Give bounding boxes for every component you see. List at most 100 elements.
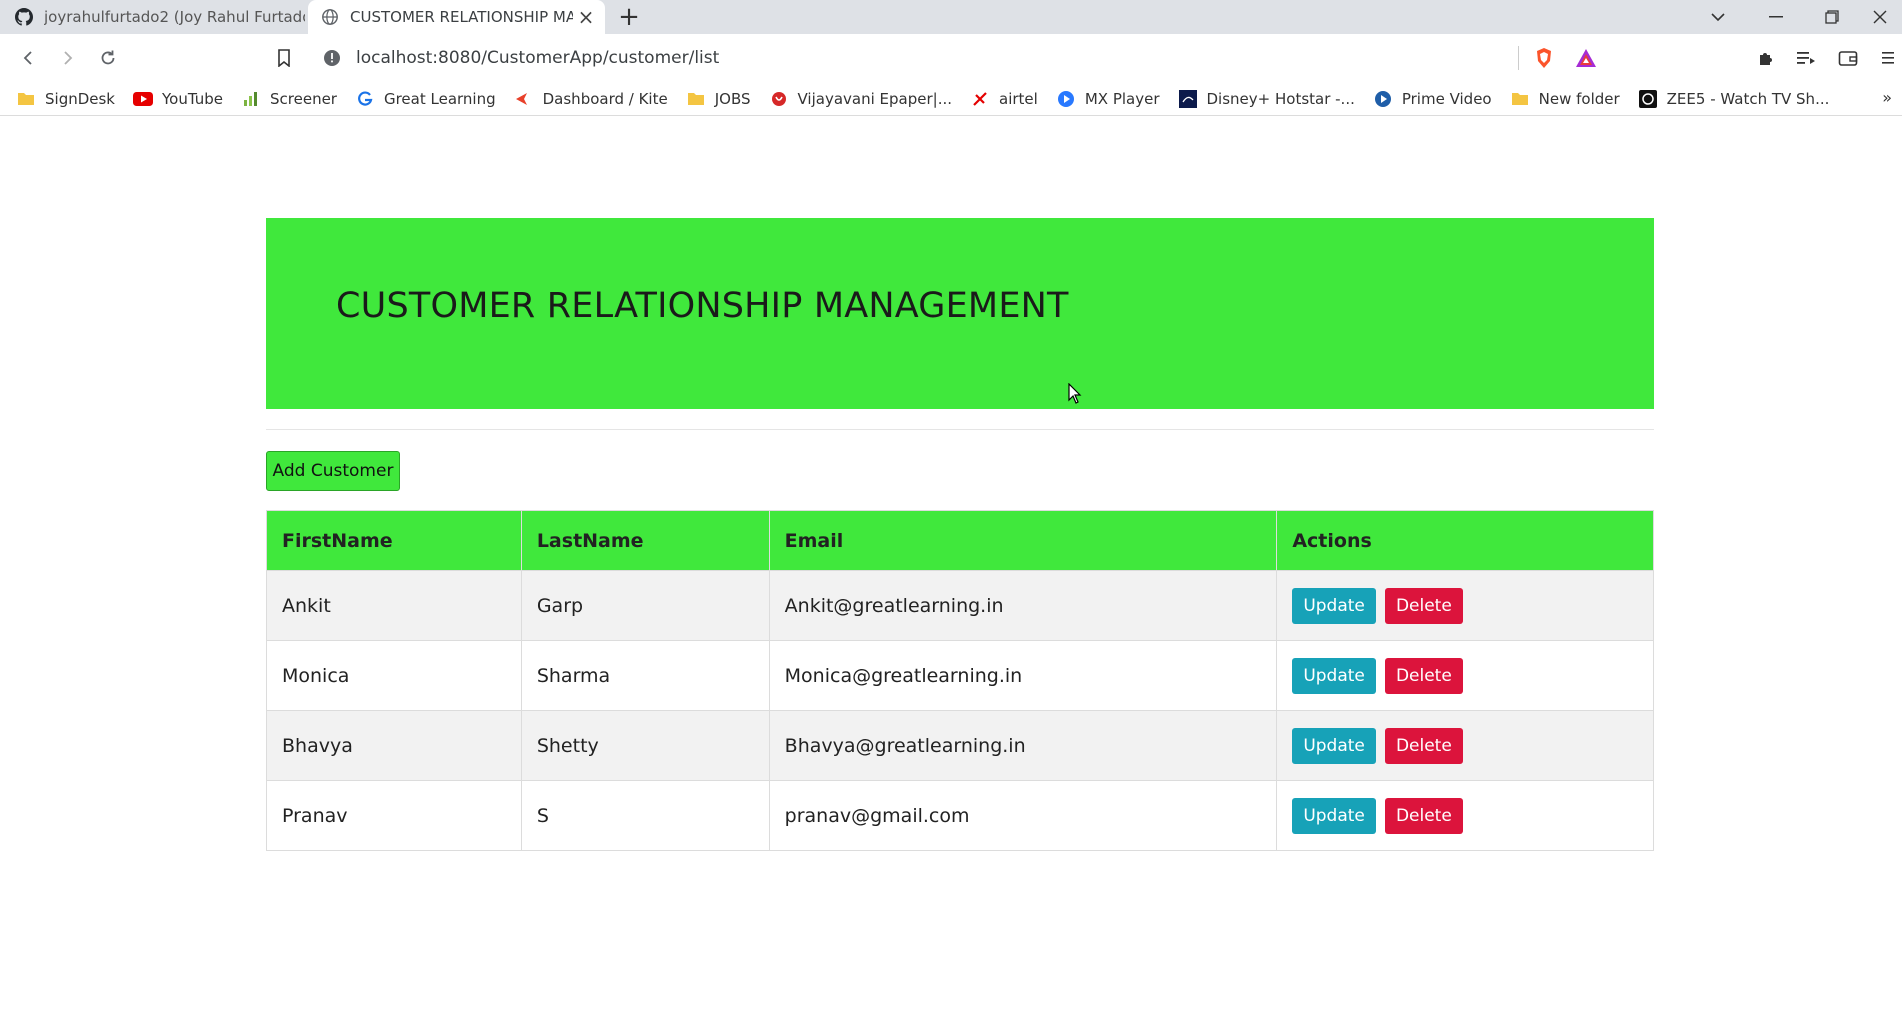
address-bar[interactable]: localhost:8080/CustomerApp/customer/list	[312, 40, 1612, 76]
close-window-icon[interactable]	[1858, 0, 1902, 34]
forward-icon[interactable]	[52, 42, 84, 74]
extensions-icon[interactable]	[1750, 42, 1782, 74]
last-name-cell: Garp	[520, 570, 770, 641]
bookmark-label: YouTube	[162, 89, 223, 108]
table-header-row: FirstName LastName Email Actions	[266, 510, 1654, 571]
tab-github[interactable]: joyrahulfurtado2 (Joy Rahul Furtado)	[0, 0, 305, 34]
kite-icon	[514, 89, 534, 109]
update-button[interactable]: Update	[1292, 727, 1376, 764]
actions-cell: Update Delete	[1276, 640, 1654, 711]
first-name-cell: Monica	[266, 640, 522, 711]
first-name-cell: Pranav	[266, 780, 522, 851]
hotstar-icon	[1178, 89, 1198, 109]
table-row: Monica Sharma Monica@greatlearning.in Up…	[266, 640, 1654, 711]
wallet-icon[interactable]	[1832, 42, 1864, 74]
page-title: CUSTOMER RELATIONSHIP MANAGEMENT	[336, 286, 1069, 326]
bookmark-hotstar[interactable]: Disney+ Hotstar -...	[1178, 89, 1355, 109]
youtube-icon	[133, 89, 153, 109]
update-button[interactable]: Update	[1292, 587, 1376, 624]
tab-strip: joyrahulfurtado2 (Joy Rahul Furtado) CUS…	[0, 0, 1902, 34]
email-cell: Monica@greatlearning.in	[768, 640, 1278, 711]
delete-button[interactable]: Delete	[1384, 587, 1463, 624]
column-header-actions: Actions	[1276, 510, 1654, 571]
omnibox-divider	[1518, 46, 1519, 70]
delete-button[interactable]: Delete	[1384, 657, 1463, 694]
prime-video-icon	[1373, 89, 1393, 109]
bookmark-label: MX Player	[1084, 89, 1160, 108]
github-icon	[14, 7, 34, 27]
header-banner: CUSTOMER RELATIONSHIP MANAGEMENT	[266, 218, 1654, 409]
bookmark-jobs[interactable]: JOBS	[686, 89, 751, 109]
mouse-cursor-icon	[1068, 382, 1082, 409]
back-icon[interactable]	[12, 42, 44, 74]
bookmark-kite[interactable]: Dashboard / Kite	[514, 89, 668, 109]
tab-crm[interactable]: CUSTOMER RELATIONSHIP MAN/ ×	[308, 0, 605, 34]
add-customer-button[interactable]: Add Customer	[266, 451, 400, 491]
url-text: localhost:8080/CustomerApp/customer/list	[356, 48, 720, 68]
vijayavani-icon	[769, 89, 789, 109]
last-name-cell: Sharma	[520, 640, 770, 711]
bookmark-screener[interactable]: Screener	[241, 89, 337, 109]
great-learning-icon	[355, 89, 375, 109]
close-tab-icon[interactable]: ×	[573, 4, 599, 30]
mx-player-icon	[1056, 89, 1076, 109]
bookmark-label: JOBS	[714, 89, 751, 108]
brave-shield-icon[interactable]	[1528, 42, 1560, 74]
divider	[266, 429, 1654, 430]
folder-icon	[1510, 89, 1530, 109]
bookmark-prime-video[interactable]: Prime Video	[1373, 89, 1492, 109]
bookmarks-overflow-icon[interactable]: »	[1882, 88, 1892, 107]
bookmark-youtube[interactable]: YouTube	[133, 89, 223, 109]
folder-icon	[16, 89, 36, 109]
airtel-icon	[970, 89, 990, 109]
last-name-cell: S	[520, 780, 770, 851]
actions-cell: Update Delete	[1276, 710, 1654, 781]
bookmark-mx-player[interactable]: MX Player	[1056, 89, 1160, 109]
bookmark-label: Disney+ Hotstar -...	[1206, 89, 1355, 108]
first-name-cell: Bhavya	[266, 710, 522, 781]
bookmark-label: SignDesk	[45, 89, 115, 108]
actions-cell: Update Delete	[1276, 780, 1654, 851]
email-cell: Bhavya@greatlearning.in	[768, 710, 1278, 781]
bookmark-label: ZEE5 - Watch TV Sh...	[1666, 89, 1830, 108]
new-tab-button[interactable]: +	[614, 2, 644, 32]
tab-search-chevron-icon[interactable]	[1690, 0, 1746, 34]
column-header-firstname: FirstName	[266, 510, 522, 571]
bookmark-label: Vijayavani Epaper|...	[797, 89, 953, 108]
bookmarks-bar: SignDesk YouTube Screener Great Learning…	[0, 82, 1902, 116]
minimize-icon[interactable]	[1748, 0, 1804, 34]
tab-title: CUSTOMER RELATIONSHIP MAN/	[350, 8, 573, 26]
column-header-lastname: LastName	[520, 510, 770, 571]
actions-cell: Update Delete	[1276, 570, 1654, 641]
bookmark-great-learning[interactable]: Great Learning	[355, 89, 496, 109]
delete-button[interactable]: Delete	[1384, 797, 1463, 834]
customer-table: FirstName LastName Email Actions Ankit G…	[266, 510, 1654, 851]
bookmark-vijayavani[interactable]: Vijayavani Epaper|...	[769, 89, 953, 109]
first-name-cell: Ankit	[266, 570, 522, 641]
email-cell: Ankit@greatlearning.in	[768, 570, 1278, 641]
update-button[interactable]: Update	[1292, 657, 1376, 694]
bookmark-label: airtel	[999, 89, 1038, 108]
globe-icon	[320, 7, 340, 27]
folder-icon	[686, 89, 706, 109]
restore-icon[interactable]	[1804, 0, 1860, 34]
bookmark-zee5[interactable]: ZEE5 - Watch TV Sh...	[1638, 89, 1830, 109]
brave-rewards-icon[interactable]	[1570, 42, 1602, 74]
browser-toolbar: localhost:8080/CustomerApp/customer/list	[0, 34, 1902, 82]
tab-title: joyrahulfurtado2 (Joy Rahul Furtado)	[44, 8, 305, 26]
update-button[interactable]: Update	[1292, 797, 1376, 834]
bookmark-label: Prime Video	[1401, 89, 1492, 108]
bookmark-label: Screener	[270, 89, 337, 108]
bookmark-new-folder[interactable]: New folder	[1510, 89, 1620, 109]
info-icon[interactable]	[322, 48, 342, 68]
menu-icon[interactable]	[1874, 42, 1902, 74]
table-row: Pranav S pranav@gmail.com Update Delete	[266, 780, 1654, 851]
bookmark-label: Great Learning	[383, 89, 496, 108]
reload-icon[interactable]	[92, 42, 124, 74]
media-queue-icon[interactable]	[1790, 42, 1822, 74]
bookmark-airtel[interactable]: airtel	[970, 89, 1038, 109]
page-content: CUSTOMER RELATIONSHIP MANAGEMENT Add Cus…	[0, 117, 1902, 1018]
delete-button[interactable]: Delete	[1384, 727, 1463, 764]
bookmark-icon[interactable]	[268, 42, 300, 74]
bookmark-signdesk[interactable]: SignDesk	[16, 89, 115, 109]
